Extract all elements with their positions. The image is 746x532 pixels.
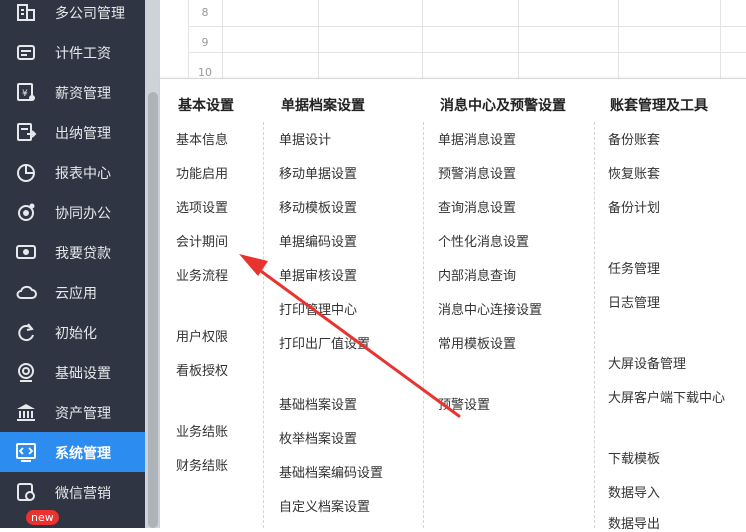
wechat-icon	[15, 481, 37, 503]
menu-item-doc-audit[interactable]: 单据审核设置	[279, 265, 357, 284]
menu-item-doc-code[interactable]: 单据编码设置	[279, 231, 357, 250]
sidebar-item-assets[interactable]: 资产管理	[0, 392, 145, 432]
sidebar-item-system-management[interactable]: 系统管理	[0, 432, 145, 472]
data-grid	[160, 0, 746, 79]
menu-item-accounting-period[interactable]: 会计期间	[176, 231, 228, 250]
menu-item-data-import[interactable]: 数据导入	[608, 482, 660, 501]
menu-item-custom-archive[interactable]: 自定义档案设置	[279, 496, 370, 515]
sidebar-item-label: 我要贷款	[55, 246, 111, 262]
cloud-icon	[15, 281, 37, 303]
salary-icon: ¥	[15, 81, 37, 103]
menu-column-title: 账套管理及工具	[610, 98, 708, 114]
menu-item-print-default[interactable]: 打印出厂值设置	[279, 333, 370, 352]
sidebar-item-cashier[interactable]: 出纳管理	[0, 112, 145, 152]
column-divider	[594, 122, 595, 528]
menu-item-base-archive[interactable]: 基础档案设置	[279, 394, 357, 413]
sidebar-item-label: 资产管理	[55, 406, 111, 422]
menu-item-business-closing[interactable]: 业务结账	[176, 421, 228, 440]
menu-item-dashboard-auth[interactable]: 看板授权	[176, 360, 228, 379]
grid-row-number: 8	[201, 6, 209, 19]
menu-item-backup-set[interactable]: 备份账套	[608, 129, 660, 148]
menu-item-task-manager[interactable]: 任务管理	[608, 258, 660, 277]
menu-item-mobile-template[interactable]: 移动模板设置	[279, 197, 357, 216]
menu-item-restore-set[interactable]: 恢复账套	[608, 163, 660, 182]
scrollbar-thumb[interactable]	[148, 92, 158, 528]
sidebar-item-cloud-apps[interactable]: 云应用	[0, 272, 145, 312]
sidebar-item-label: 报表中心	[55, 166, 111, 182]
menu-item-doc-design[interactable]: 单据设计	[279, 129, 331, 148]
sidebar-item-label: 基础设置	[55, 366, 111, 382]
menu-item-options[interactable]: 选项设置	[176, 197, 228, 216]
menu-item-log-manager[interactable]: 日志管理	[608, 292, 660, 311]
sidebar-item-label: 云应用	[55, 286, 97, 302]
settings-icon	[15, 361, 37, 383]
menu-item-feature-enable[interactable]: 功能启用	[176, 163, 228, 182]
sidebar: 多公司管理 计件工资 ¥ 薪资管理 出纳管理 报表中心 协同办公 我要贷款 云应…	[0, 0, 145, 528]
menu-item-enum-archive[interactable]: 枚举档案设置	[279, 428, 357, 447]
menu-item-alert-settings[interactable]: 预警设置	[438, 394, 490, 413]
sidebar-item-label: 出纳管理	[55, 126, 111, 142]
grid-row-number: 9	[201, 36, 209, 49]
menu-item-download-template[interactable]: 下载模板	[608, 448, 660, 467]
column-divider	[423, 122, 424, 528]
sidebar-item-collaboration[interactable]: 协同办公	[0, 192, 145, 232]
menu-item-user-permissions[interactable]: 用户权限	[176, 326, 228, 345]
menu-item-alert-message[interactable]: 预警消息设置	[438, 163, 516, 182]
refresh-icon	[15, 321, 37, 343]
menu-item-personal-message[interactable]: 个性化消息设置	[438, 231, 529, 250]
wage-card-icon	[15, 41, 37, 63]
menu-item-mobile-doc[interactable]: 移动单据设置	[279, 163, 357, 182]
sidebar-item-label: 多公司管理	[55, 6, 125, 22]
menu-column-title: 消息中心及预警设置	[440, 98, 566, 114]
bank-icon	[15, 401, 37, 423]
menu-item-common-template[interactable]: 常用模板设置	[438, 333, 516, 352]
building-icon	[15, 1, 37, 23]
menu-item-finance-closing[interactable]: 财务结账	[176, 455, 228, 474]
menu-item-screen-device[interactable]: 大屏设备管理	[608, 353, 686, 372]
menu-item-doc-message[interactable]: 单据消息设置	[438, 129, 516, 148]
sidebar-item-label: 微信营销	[55, 486, 111, 502]
code-window-icon	[15, 441, 37, 463]
sidebar-item-multi-company[interactable]: 多公司管理	[0, 0, 145, 32]
cashier-icon	[15, 121, 37, 143]
menu-column-title: 单据档案设置	[281, 98, 365, 114]
sidebar-item-wechat-marketing[interactable]: 微信营销	[0, 472, 145, 512]
svg-text:¥: ¥	[22, 89, 28, 99]
sidebar-item-label: 薪资管理	[55, 86, 111, 102]
menu-item-message-connection[interactable]: 消息中心连接设置	[438, 299, 542, 318]
new-badge: new	[26, 510, 59, 525]
pie-chart-icon	[15, 161, 37, 183]
menu-item-data-export[interactable]: 数据导出	[608, 513, 660, 532]
menu-item-internal-message[interactable]: 内部消息查询	[438, 265, 516, 284]
sidebar-item-init[interactable]: 初始化	[0, 312, 145, 352]
menu-item-backup-plan[interactable]: 备份计划	[608, 197, 660, 216]
menu-item-archive-code[interactable]: 基础档案编码设置	[279, 462, 383, 481]
menu-column-title: 基本设置	[178, 98, 234, 114]
collaboration-icon	[15, 201, 37, 223]
sidebar-item-reports[interactable]: 报表中心	[0, 152, 145, 192]
sidebar-item-salary[interactable]: ¥ 薪资管理	[0, 72, 145, 112]
menu-item-screen-download[interactable]: 大屏客户端下载中心	[608, 387, 725, 406]
menu-item-query-message[interactable]: 查询消息设置	[438, 197, 516, 216]
money-icon	[15, 241, 37, 263]
menu-item-print-center[interactable]: 打印管理中心	[279, 299, 357, 318]
sidebar-item-label: 初始化	[55, 326, 97, 342]
column-divider	[263, 122, 264, 528]
sidebar-item-piece-wage[interactable]: 计件工资	[0, 32, 145, 72]
menu-item-basic-info[interactable]: 基本信息	[176, 129, 228, 148]
sidebar-item-label: 协同办公	[55, 206, 111, 222]
sidebar-item-base-settings[interactable]: 基础设置	[0, 352, 145, 392]
sidebar-item-loan[interactable]: 我要贷款	[0, 232, 145, 272]
sidebar-item-label: 计件工资	[55, 46, 111, 62]
menu-item-business-flow[interactable]: 业务流程	[176, 265, 228, 284]
sidebar-item-label: 系统管理	[55, 446, 111, 462]
